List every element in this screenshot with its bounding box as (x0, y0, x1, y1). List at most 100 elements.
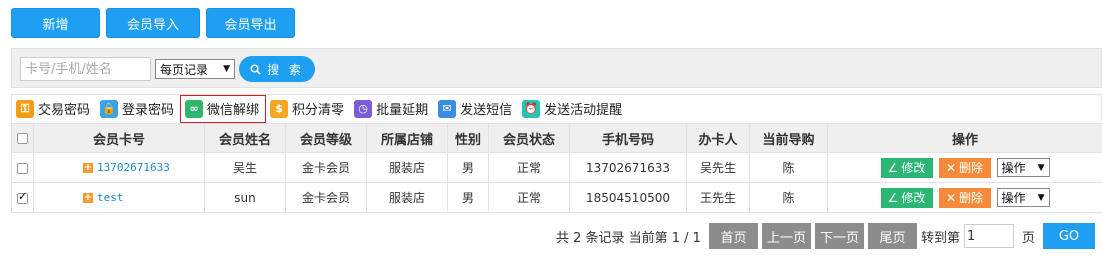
row-checkbox[interactable] (17, 162, 28, 174)
close-icon: ✕ (945, 190, 957, 205)
edit-label: 修改 (901, 191, 926, 205)
table-row: +13702671633 吴生 金卡会员 服装店男正常 13702671633 吴先生陈 ∠… (11, 152, 1102, 183)
export-members-button[interactable]: 会员导出 (206, 8, 295, 38)
delete-label: 删除 (959, 191, 984, 205)
add-member-button[interactable]: 新增 (11, 8, 100, 38)
column-header: 会员姓名 (204, 123, 286, 153)
search-panel: 每页记录 ▼ 搜 索 (11, 48, 1102, 88)
delete-label: 删除 (959, 161, 984, 175)
expand-icon[interactable]: + (83, 193, 93, 203)
page-unit-label: 页 (1021, 230, 1035, 246)
cell-issuer: 吴先生 (686, 152, 750, 183)
dropdown-arrow-icon: ▼ (223, 64, 230, 74)
column-header: 所属店铺 (366, 123, 448, 153)
cell-guide: 陈 (749, 152, 828, 183)
search-button[interactable]: 搜 索 (239, 56, 315, 82)
operation-select[interactable]: 操作 ▼ (996, 158, 1050, 177)
per-page-label: 每页记录 (160, 62, 209, 77)
cell-store: 服装店 (366, 152, 448, 183)
toolbar-item-link[interactable]: ∞ 微信解绑 (180, 94, 267, 123)
pagination: 共 2 条记录 当前第 1 / 1 首页 上一页 下一页 尾页 转到第 页 GO (556, 223, 1095, 249)
cell-issuer: 王先生 (686, 182, 750, 213)
go-button[interactable]: GO (1043, 223, 1095, 249)
select-all-cell[interactable] (11, 123, 34, 153)
select-all-checkbox[interactable] (17, 132, 28, 144)
goto-label: 转到第 (920, 230, 960, 246)
table-header-row: 会员卡号 会员姓名 会员等级 所属店铺 性别 会员状态 手机号码 办卡人 当前导购 操作 (11, 123, 1102, 153)
toolbar-item-clock[interactable]: ◷ 批量延期 (350, 95, 434, 123)
cell-store: 服装店 (366, 182, 448, 213)
search-input[interactable] (20, 57, 151, 81)
member-table: 会员卡号 会员姓名 会员等级 所属店铺 性别 会员状态 手机号码 办卡人 当前导购 操作 +137… (11, 123, 1102, 213)
operation-select-label: 操作 (1001, 191, 1026, 205)
cell-phone: 18504510500 (569, 182, 687, 213)
coin-icon: $ (270, 99, 289, 118)
prev-page-button[interactable]: 上一页 (761, 223, 811, 249)
toolbar-item-label: 发送短信 (460, 103, 513, 118)
column-header: 办卡人 (686, 123, 750, 153)
page-number-input[interactable] (963, 224, 1014, 248)
next-page-button[interactable]: 下一页 (814, 223, 864, 249)
expand-icon[interactable]: + (83, 163, 93, 173)
delete-button[interactable]: ✕ 删除 (938, 157, 991, 178)
toolbar-item-coin[interactable]: $ 积分清零 (266, 95, 350, 123)
row-select-cell[interactable] (11, 182, 34, 213)
search-button-label: 搜 索 (267, 62, 304, 77)
clock-icon: ◷ (354, 99, 373, 118)
operation-select[interactable]: 操作 ▼ (996, 188, 1050, 207)
toolbar-item-label: 登录密码 (122, 103, 175, 118)
cell-name: sun (204, 182, 286, 213)
column-header: 性别 (447, 123, 489, 153)
column-header: 会员等级 (285, 123, 367, 153)
operation-select-label: 操作 (1001, 161, 1026, 175)
card-number-link[interactable]: 13702671633 (97, 161, 170, 174)
delete-button[interactable]: ✕ 删除 (938, 187, 991, 208)
cell-status: 正常 (488, 152, 570, 183)
column-header: 操作 (827, 123, 1102, 153)
first-page-button[interactable]: 首页 (708, 223, 758, 249)
dropdown-arrow-icon: ▼ (1037, 192, 1045, 203)
toolbar-item-mail[interactable]: ✉ 发送短信 (434, 95, 518, 123)
card-number-link[interactable]: test (97, 191, 124, 204)
actions-cell: ∠ 修改 ✕ 删除 操作 ▼ (827, 182, 1102, 213)
toolbar-item-label: 积分清零 (292, 103, 345, 118)
cell-level: 金卡会员 (285, 182, 367, 213)
search-icon (250, 64, 261, 75)
mail-icon: ✉ (438, 99, 457, 118)
toolbar-item-alarm[interactable]: ⏰ 发送活动提醒 (518, 95, 628, 123)
row-checkbox[interactable] (17, 190, 28, 204)
cell-guide: 陈 (749, 182, 828, 213)
link-icon: ∞ (185, 99, 204, 118)
edit-icon: ∠ (887, 190, 899, 205)
pagination-summary: 共 2 条记录 当前第 1 / 1 (555, 230, 701, 246)
row-select-cell[interactable] (11, 152, 34, 183)
alarm-icon: ⏰ (522, 99, 541, 118)
cell-gender: 男 (447, 182, 489, 213)
action-toolbar: ⚿ 交易密码 🔒 登录密码 ∞ 微信解绑 $ 积分清零 ◷ 批量延期 ✉ 发送短信 ⏰ 发送活动提醒 (11, 94, 1102, 123)
toolbar-item-label: 交易密码 (38, 103, 91, 118)
cell-name: 吴生 (204, 152, 286, 183)
card-number-cell: + test (33, 182, 205, 213)
import-members-button[interactable]: 会员导入 (106, 8, 200, 38)
column-header: 会员状态 (488, 123, 570, 153)
last-page-button[interactable]: 尾页 (867, 223, 917, 249)
edit-button[interactable]: ∠ 修改 (880, 187, 933, 208)
top-button-bar: 新增 会员导入 会员导出 (11, 8, 295, 38)
dropdown-arrow-icon: ▼ (1037, 162, 1045, 173)
cell-gender: 男 (447, 152, 489, 183)
column-header: 会员卡号 (33, 123, 205, 153)
cell-status: 正常 (488, 182, 570, 213)
actions-cell: ∠ 修改 ✕ 删除 操作 ▼ (827, 152, 1102, 183)
per-page-select[interactable]: 每页记录 ▼ (155, 59, 235, 79)
edit-label: 修改 (901, 161, 926, 175)
cell-phone: 13702671633 (569, 152, 687, 183)
toolbar-item-key[interactable]: ⚿ 交易密码 (12, 95, 96, 123)
table-row: +testsun金卡会员服装店男正常18504510500王先生陈∠修改✕删除操… (11, 182, 1102, 213)
toolbar-item-lock[interactable]: 🔒 登录密码 (96, 95, 180, 123)
column-header: 手机号码 (569, 123, 687, 153)
edit-button[interactable]: ∠ 修改 (880, 157, 933, 178)
toolbar-item-label: 批量延期 (376, 103, 429, 118)
toolbar-item-label: 微信解绑 (207, 103, 260, 118)
card-number-cell: +13702671633 (33, 152, 205, 183)
column-header: 当前导购 (749, 123, 828, 153)
